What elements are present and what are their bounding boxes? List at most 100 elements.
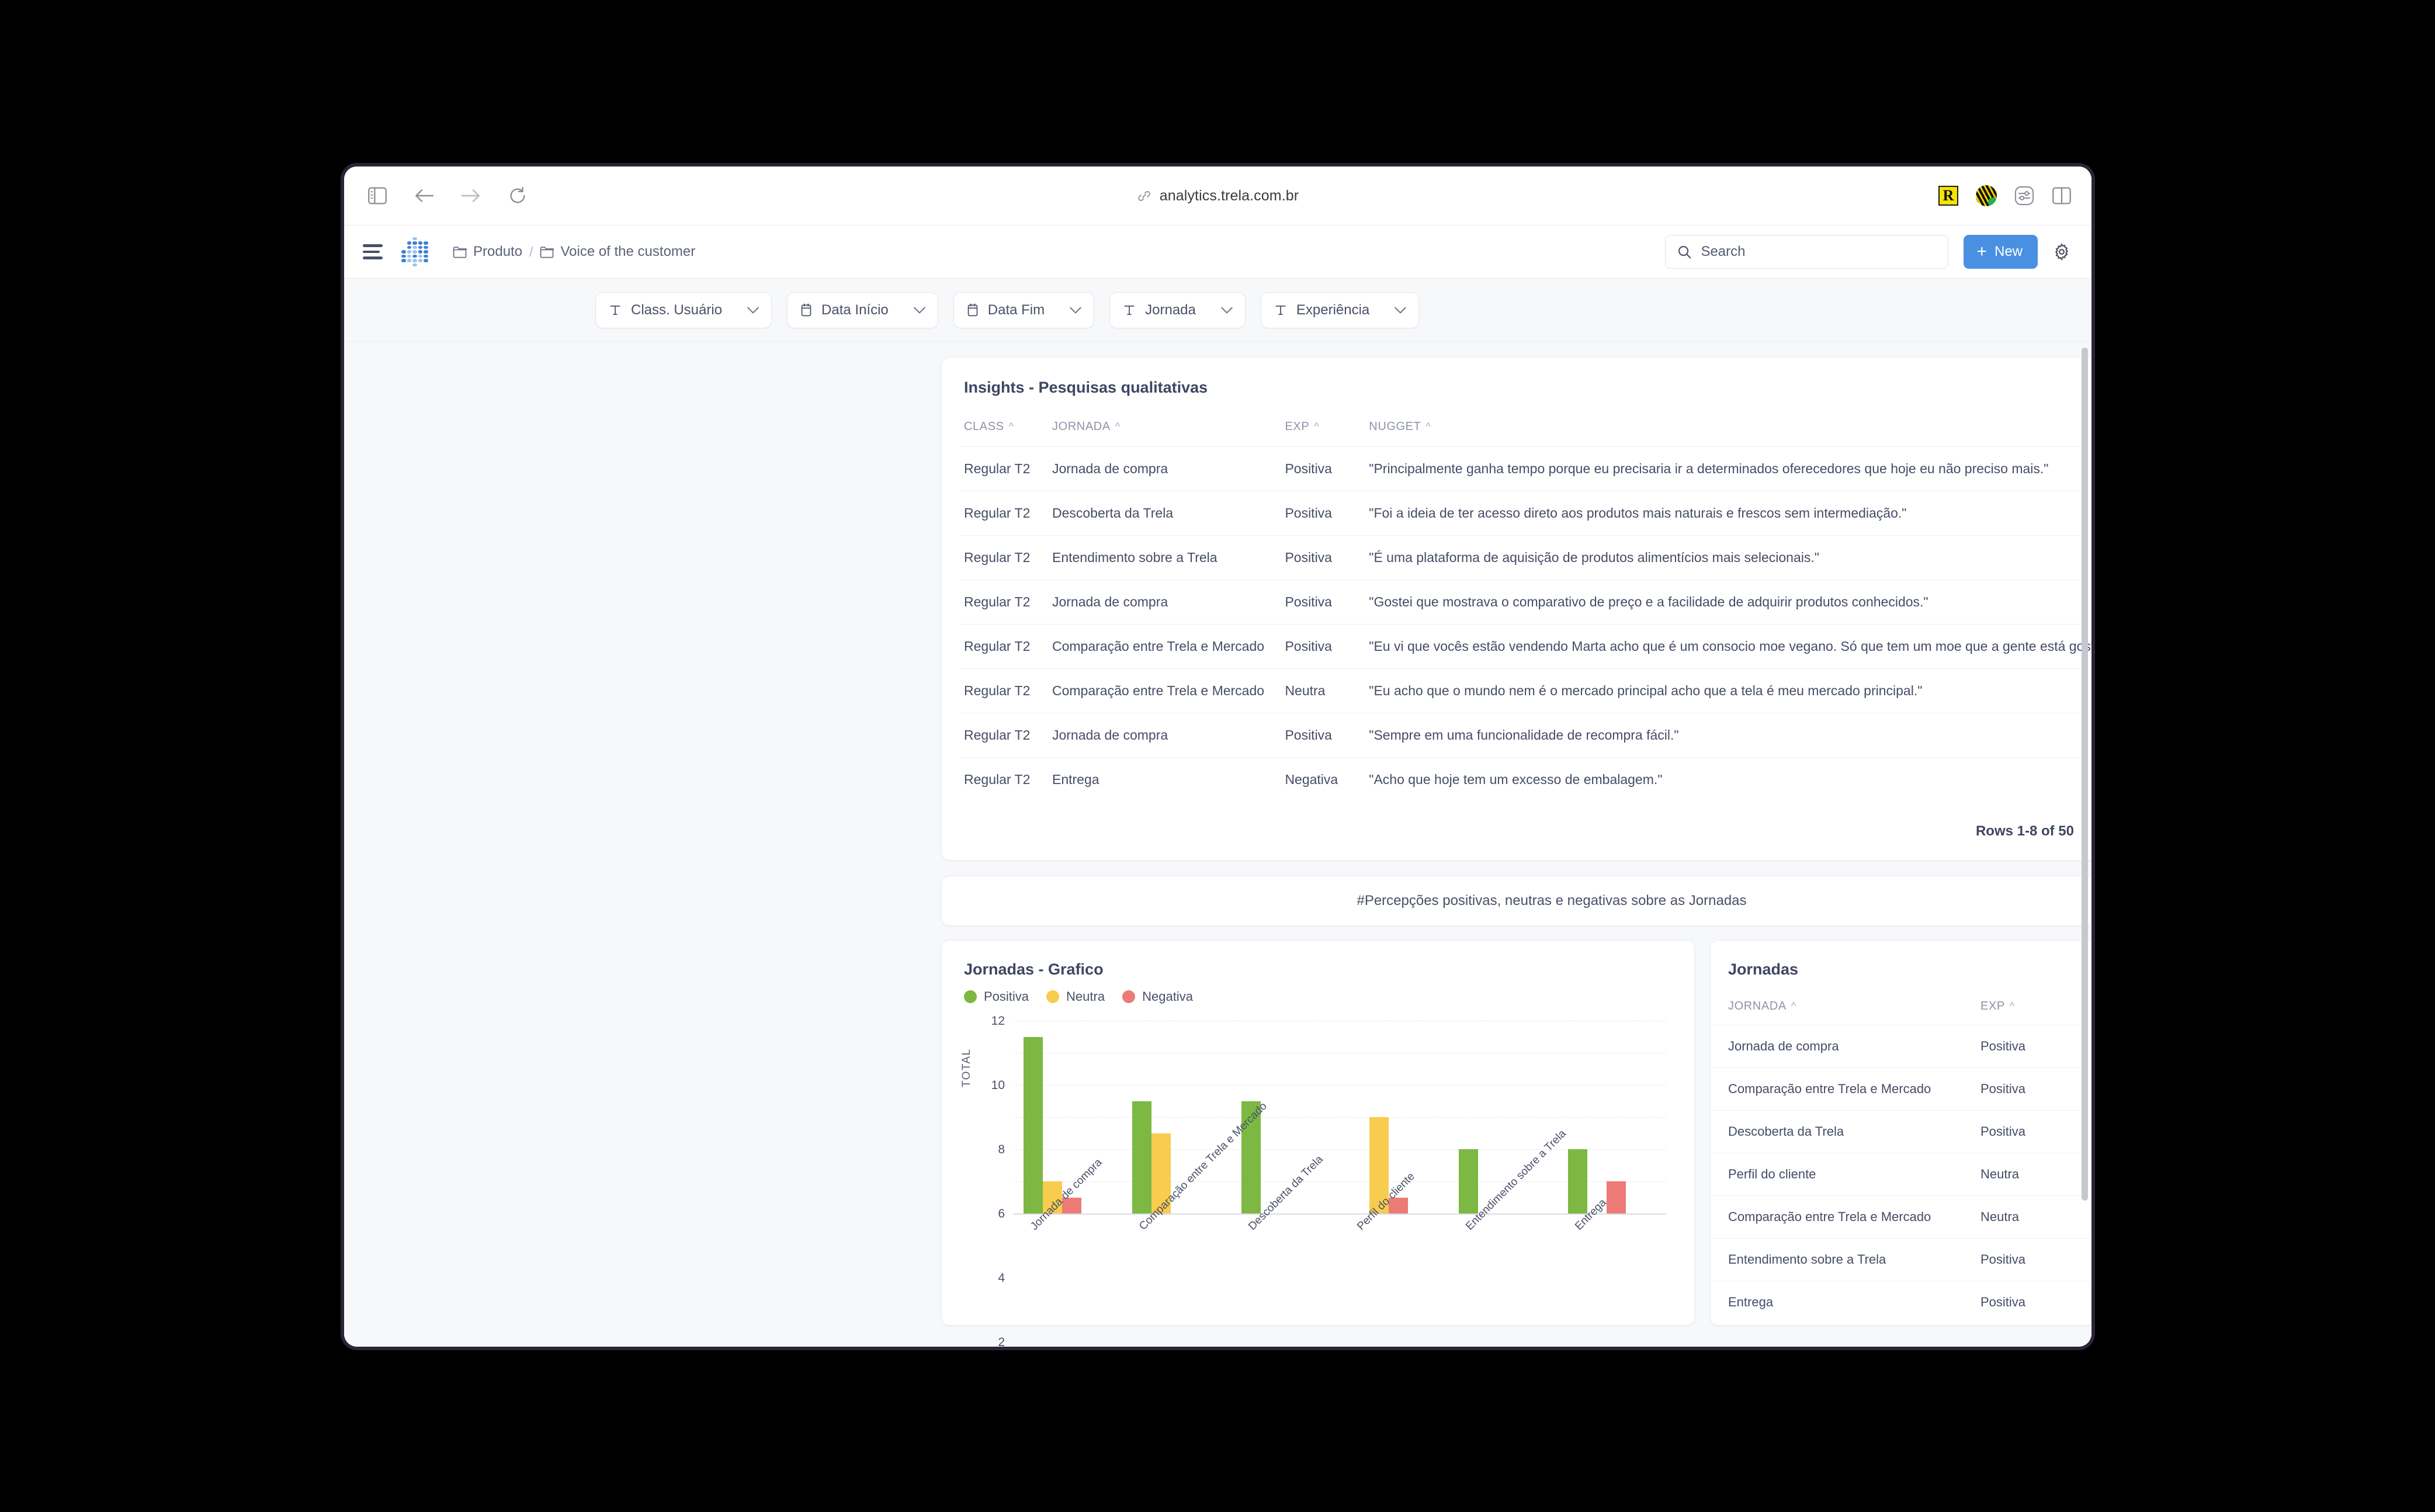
chart-card: Jornadas - Grafico Positiva Neutra Negat… [941, 940, 1695, 1347]
sort-caret-icon: ^ [1791, 1000, 1796, 1012]
bar-positiva[interactable] [1459, 1149, 1479, 1213]
cell-exp: Positiva [1280, 580, 1365, 625]
search-icon [1677, 245, 1692, 259]
breadcrumb-item-produto[interactable]: Produto [453, 244, 522, 260]
rakuten-extension-icon[interactable]: R [1938, 186, 1958, 206]
folder-icon [540, 245, 554, 258]
bar-positiva[interactable] [1567, 1149, 1587, 1213]
column-header-class[interactable]: CLASS ^ [959, 397, 1047, 447]
back-arrow-icon[interactable] [411, 182, 438, 209]
gridline: 0 [1013, 1213, 1666, 1215]
table-row[interactable]: Descoberta da Trela Positiva 7 [1711, 1110, 2091, 1153]
cell-class: Regular T2 [959, 491, 1047, 536]
cell-exp: Neutra [1280, 668, 1365, 713]
gear-icon[interactable] [2053, 243, 2070, 261]
cell-jornada: Perfil do cliente [1711, 1153, 1980, 1196]
folder-icon [453, 245, 467, 258]
browser-viewport: analytics.trela.com.br R Produto / Voice… [344, 167, 2091, 1347]
dashboard-scroll-area[interactable]: Insights - Pesquisas qualitativas CLASS ^… [344, 342, 2091, 1347]
filter-label: Jornada [1145, 301, 1196, 318]
address-bar[interactable]: analytics.trela.com.br [344, 167, 2091, 225]
table-row[interactable]: Regular T2 Descoberta da Trela Positiva … [959, 491, 2091, 536]
column-header-nugget[interactable]: NUGGET ^ [1364, 397, 2091, 447]
calendar-icon [967, 303, 979, 317]
menu-icon[interactable] [363, 244, 383, 259]
table-row[interactable]: Comparação entre Trela e Mercado Neutra … [1711, 1195, 2091, 1239]
text-icon [1123, 304, 1136, 317]
table-row[interactable]: Regular T2 Entendimento sobre a Trela Po… [959, 535, 2091, 580]
cell-class: Regular T2 [959, 446, 1047, 491]
table-row[interactable]: Comparação entre Trela e Mercado Positiv… [1711, 1067, 2091, 1111]
cell-jornada: Entendimento sobre a Trela [1711, 1238, 1980, 1281]
browser-extensions: R [1938, 185, 2072, 206]
y-axis-tick: 2 [998, 1336, 1005, 1347]
cell-jornada: Jornada de compra [1047, 446, 1281, 491]
sidebar-toggle-icon[interactable] [364, 182, 391, 209]
filter-data-inicio[interactable]: Data Início [787, 292, 938, 328]
cell-jornada: Descoberta da Trela [1711, 1110, 1980, 1153]
profile-avatar-icon[interactable] [1976, 185, 1997, 206]
cell-class: Regular T2 [959, 624, 1047, 669]
filter-bar: Class. Usuário Data Início Data Fim Jorn… [344, 279, 2091, 342]
bar-negativa[interactable] [1606, 1181, 1626, 1213]
split-view-icon[interactable] [2052, 187, 2072, 204]
cell-exp: Positiva [1980, 1067, 2091, 1111]
bar-positiva[interactable] [1024, 1036, 1043, 1213]
reload-icon[interactable] [504, 182, 531, 209]
column-header-exp[interactable]: EXP ^ [1980, 979, 2091, 1025]
vertical-scrollbar[interactable] [2082, 348, 2088, 1201]
sort-caret-icon: ^ [2009, 1000, 2015, 1012]
column-header-jornada[interactable]: JORNADA ^ [1711, 979, 1980, 1025]
table-row[interactable]: Regular T2 Comparação entre Trela e Merc… [959, 668, 2091, 713]
filter-data-fim[interactable]: Data Fim [953, 292, 1095, 328]
bar-groups [1013, 1021, 1666, 1213]
cell-nugget: "Principalmente ganha tempo porque eu pr… [1364, 446, 2091, 491]
table-row[interactable]: Perfil do cliente Neutra 6 [1711, 1153, 2091, 1196]
table-row[interactable]: Regular T2 Jornada de compra Positiva "P… [959, 446, 2091, 491]
chevron-down-icon [1205, 306, 1233, 314]
table-row[interactable]: Regular T2 Entrega Negativa "Acho que ho… [959, 757, 2091, 802]
table-row[interactable]: Entrega Positiva 4 [1711, 1281, 2091, 1323]
table-row[interactable]: Entendimento sobre a Trela Positiva 4 [1711, 1238, 2091, 1281]
column-header-exp[interactable]: EXP ^ [1280, 397, 1364, 447]
app-logo[interactable] [401, 237, 428, 266]
search-input[interactable]: Search [1665, 235, 1949, 269]
browser-window: analytics.trela.com.br R Produto / Voice… [341, 163, 2095, 1350]
x-axis-tick: Entrega [1572, 1196, 1609, 1233]
table-row[interactable]: Regular T2 Comparação entre Trela e Merc… [959, 624, 2091, 669]
column-header-jornada[interactable]: JORNADA ^ [1047, 397, 1280, 447]
table-row[interactable]: Regular T2 Jornada de compra Positiva "S… [959, 713, 2091, 758]
sort-caret-icon: ^ [1115, 421, 1121, 432]
extension-settings-icon[interactable] [2014, 186, 2034, 206]
table-row[interactable]: Regular T2 Jornada de compra Positiva "G… [959, 580, 2091, 625]
filter-experiencia[interactable]: Experiência [1260, 292, 1420, 328]
table-row[interactable]: Jornada de compra Positiva 11 [1711, 1025, 2091, 1068]
breadcrumb-item-voice-of-the-customer[interactable]: Voice of the customer [540, 244, 695, 260]
filter-label: Class. Usuário [631, 301, 723, 318]
forward-arrow-icon[interactable] [457, 182, 484, 209]
cell-nugget: "Sempre em uma funcionalidade de recompr… [1364, 713, 2091, 758]
legend-label: Negativa [1142, 989, 1193, 1004]
legend-item-positiva[interactable]: Positiva [964, 989, 1029, 1004]
cell-nugget: "Foi a ideia de ter acesso direto aos pr… [1364, 491, 2091, 536]
legend-item-negativa[interactable]: Negativa [1122, 989, 1193, 1004]
legend-item-neutra[interactable]: Neutra [1046, 989, 1105, 1004]
cell-exp: Positiva [1980, 1281, 2091, 1323]
breadcrumb-label-voice-of-the-customer: Voice of the customer [560, 244, 696, 259]
search-placeholder: Search [1701, 244, 1746, 259]
cell-nugget: "Eu acho que o mundo nem é o mercado pri… [1364, 668, 2091, 713]
cell-class: Regular T2 [959, 757, 1047, 802]
filter-class-usuario[interactable]: Class. Usuário [595, 292, 772, 328]
bar-chart: TOTAL 0 2 4 6 8 10 12 Jornada de compra Compara… [959, 1014, 1677, 1347]
jornadas-title: Jornadas [1728, 960, 1799, 978]
column-label: EXP [1285, 420, 1310, 433]
bar-positiva[interactable] [1132, 1101, 1152, 1213]
cell-exp: Neutra [1980, 1153, 2091, 1196]
x-axis-tick: Comparação entre Trela e Mercado [1137, 1100, 1270, 1233]
x-axis-tick: Jornada de compra [1028, 1156, 1105, 1233]
x-axis-labels: Jornada de compra Comparação entre Trela … [1013, 1100, 1666, 1308]
breadcrumb-label-produto: Produto [473, 244, 523, 259]
y-axis-tick: 8 [998, 1143, 1005, 1156]
new-button[interactable]: + New [1964, 235, 2038, 269]
filter-jornada[interactable]: Jornada [1109, 292, 1246, 328]
